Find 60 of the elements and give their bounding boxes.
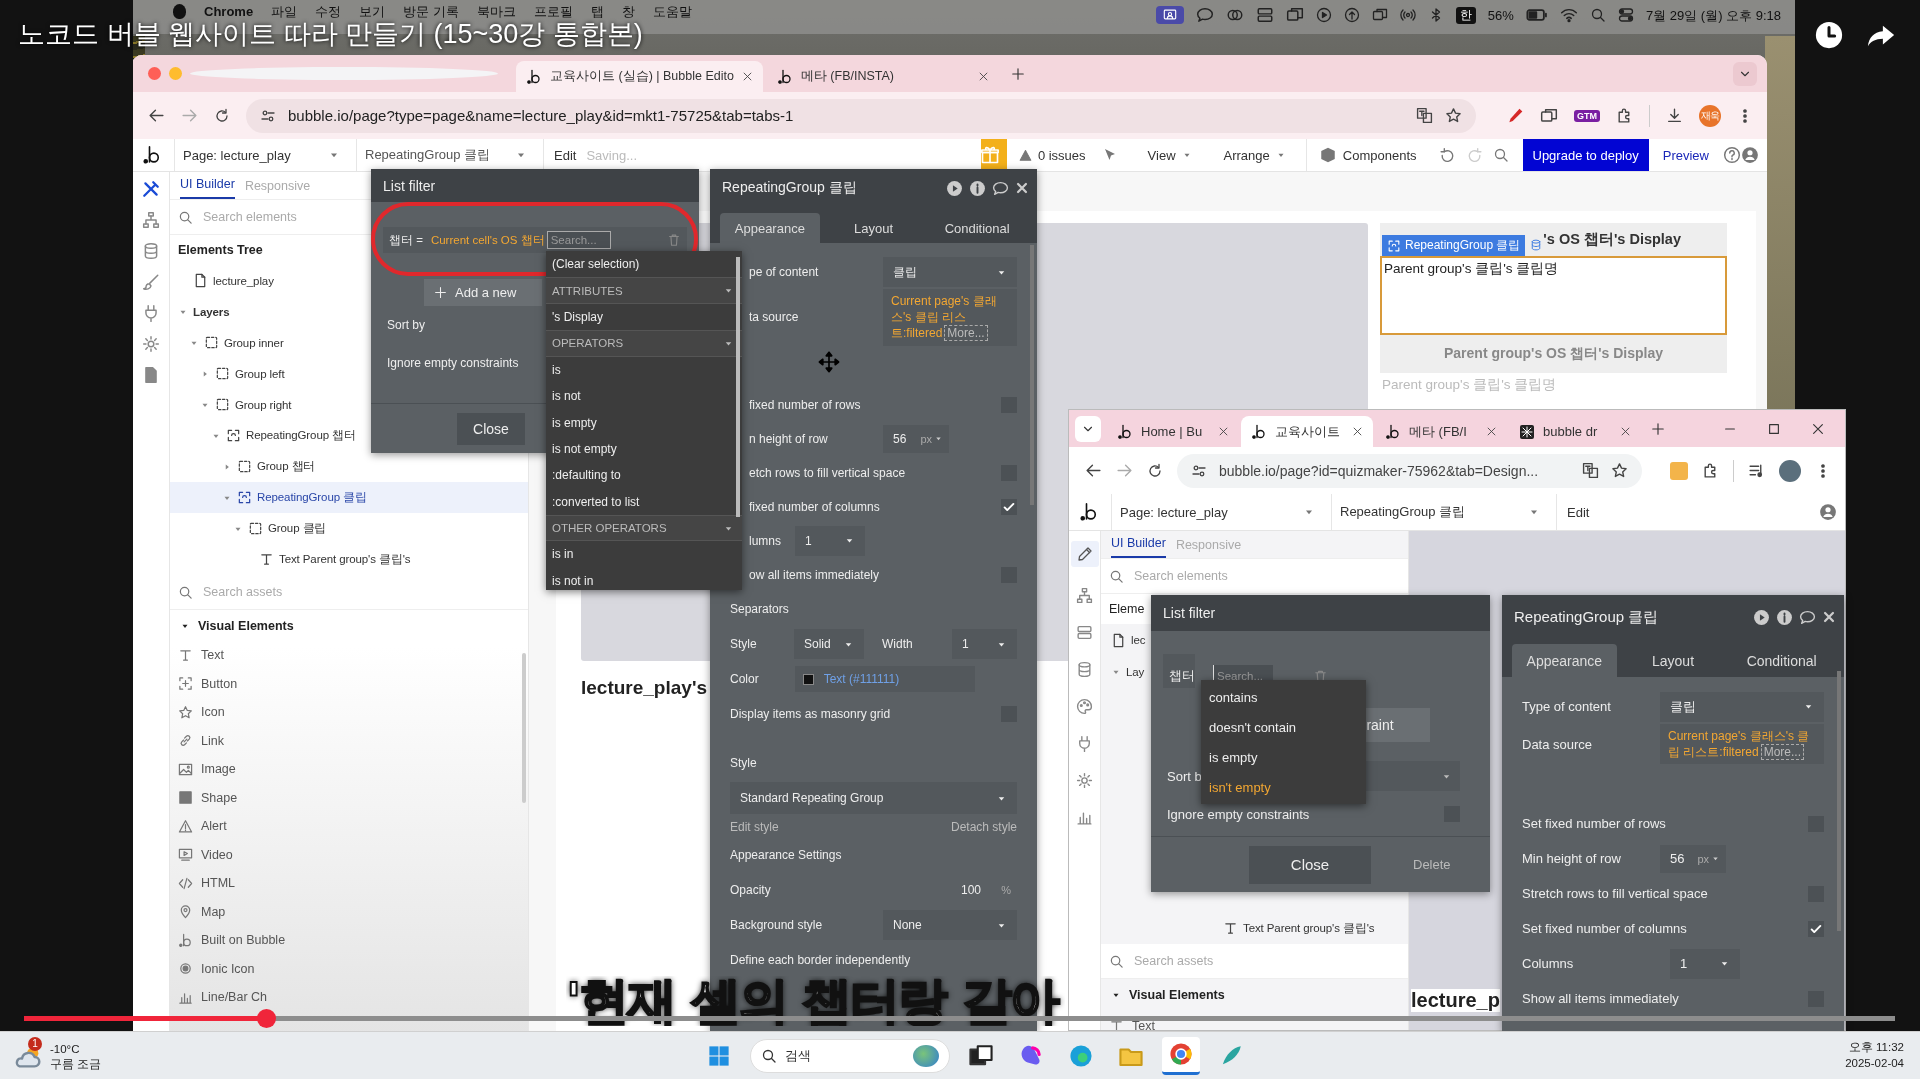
notification-badge: 1 <box>28 1036 42 1051</box>
constraint-field: 챕터 <box>1169 667 1195 685</box>
section-title: Eleme <box>1101 594 1153 624</box>
field-label: Width <box>882 637 914 652</box>
panel-title: RepeatingGroup 클립 <box>722 179 857 197</box>
field-label: n height of row <box>748 431 829 446</box>
row-header: Parent group's OS 챕터's Display <box>1380 335 1727 373</box>
section-heading: Define each border independently <box>730 953 911 968</box>
field-label: fixed number of rows <box>748 397 862 412</box>
tab-title: 교육사이트 (실습) | Bubble Edito <box>550 68 734 85</box>
field-label: Background style <box>730 918 824 933</box>
field-label: Stretch rows to fill vertical space <box>1522 886 1709 902</box>
field-label: Set fixed number of rows <box>1522 816 1667 832</box>
field-label: Data source <box>1522 736 1594 752</box>
field-label: Sort b <box>1167 768 1202 784</box>
field-label: lumns <box>748 533 781 548</box>
selection-label: RepeatingGroup 클립 <box>1382 235 1526 256</box>
page-title: lecture_p <box>1411 989 1500 1012</box>
page-title: lecture_play's <box>581 677 707 699</box>
field-label: etch rows to fill vertical space <box>748 465 907 480</box>
field-label: ow all items immediately <box>748 567 881 582</box>
field-label: Show all items immediately <box>1522 991 1680 1007</box>
tab-title: 메타 (FB/INSTA) <box>800 68 896 85</box>
field-label: Set fixed number of columns <box>1522 921 1688 937</box>
temperature: -10°C <box>50 1041 81 1057</box>
field-label: Ignore empty constraints <box>1167 806 1310 822</box>
panel-title: RepeatingGroup 클립 <box>1514 607 1659 627</box>
section-heading: Separators <box>730 602 789 617</box>
field-label: pe of content <box>748 265 820 279</box>
field-label: Type of content <box>1522 699 1612 714</box>
field-label: Sort by <box>387 318 425 332</box>
section-heading: Appearance Settings <box>730 848 842 863</box>
tab-title: bubble dr <box>1543 424 1599 439</box>
field-label: Opacity <box>730 883 772 898</box>
tab-title: Home | Bu <box>1141 424 1204 439</box>
field-label: Ignore empty constraints <box>387 356 519 370</box>
field-label: Color <box>730 672 759 687</box>
field-label: ta source <box>748 310 800 325</box>
weather-condition: 구름 조금 <box>50 1056 102 1072</box>
url-text: bubble.io/page?type=page&name=lecture_play&id=mkt1-75725&tab=tabs-1 <box>288 107 794 124</box>
field-label: Style <box>730 637 758 652</box>
battery-percent: 56% <box>1487 7 1514 23</box>
save-status: Saving... <box>586 147 637 163</box>
field-label: Min height of row <box>1522 851 1622 867</box>
field-label: Display items as masonry grid <box>730 707 892 722</box>
url-text: bubble.io/page?id=quizmaker-75962&tab=Design... <box>1219 462 1539 479</box>
menu-bar-clock: 7월 29일 (월) 오후 9:18 <box>1645 7 1781 23</box>
section-heading: Style <box>730 756 757 771</box>
section-title: Elements Tree <box>177 242 264 259</box>
selected-cell: Parent group's 클립's 클립명 <box>1380 256 1727 335</box>
row-text: Parent group's 클립's 클립명 <box>1381 376 1558 394</box>
field-label: Columns <box>1522 956 1575 972</box>
dialog-title: List filter <box>383 177 436 194</box>
field-label: fixed number of columns <box>748 499 881 514</box>
tab-title: 교육사이트 <box>1275 422 1341 441</box>
header-text: 's OS 챕터's Display <box>1543 230 1681 249</box>
dialog-title: List filter <box>1163 605 1216 621</box>
video-title: 노코드 버블 웹사이트 따라 만들기 (15~30강 통합본) <box>18 21 643 48</box>
tab-title: 메타 (FB/I <box>1409 422 1468 441</box>
constraint-field: 챕터 = <box>389 232 423 248</box>
